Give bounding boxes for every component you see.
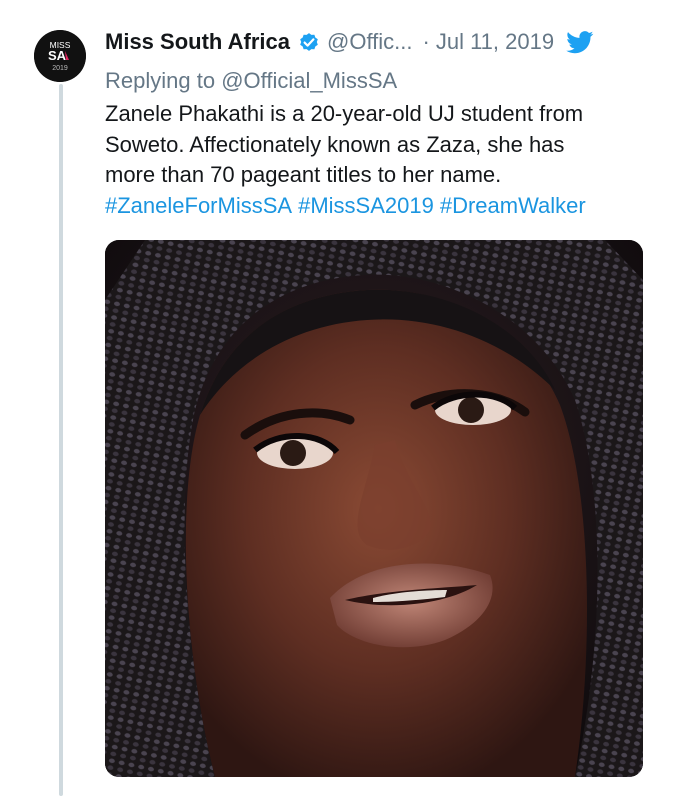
header-separator: · (422, 29, 430, 54)
hashtag-link[interactable]: #DreamWalker (440, 193, 586, 218)
miss-sa-logo: MISS SA 2019 (34, 30, 86, 82)
tweet-header: Miss South Africa @Offic... · Jul 11, 20… (105, 22, 650, 62)
replying-to-mention-link[interactable]: @Official_MissSA (221, 68, 397, 93)
replying-to: Replying to @Official_MissSA (105, 65, 650, 97)
tweet-text: Zanele Phakathi is a 20-year-old UJ stud… (105, 99, 650, 221)
avatar-text-sa: SA (48, 48, 67, 63)
verified-badge-icon (297, 30, 321, 54)
tweet-photo[interactable] (105, 240, 643, 777)
hashtag-link[interactable]: #MissSA2019 (298, 193, 434, 218)
author-name[interactable]: Miss South Africa (105, 29, 290, 55)
tweet-text-line: Soweto. Affectionately known as Zaza, sh… (105, 131, 565, 157)
tweet-date-link[interactable]: Jul 11, 2019 (436, 29, 554, 55)
tweet-text-line: more than 70 pageant titles to her name. (105, 162, 502, 187)
hashtag-list: #ZaneleForMissSA #MissSA2019 #DreamWalker (105, 191, 650, 222)
avatar-text-year: 2019 (52, 65, 68, 72)
thread-connector-line (59, 84, 63, 796)
author-handle[interactable]: @Offic... (327, 29, 413, 55)
tweet-text-line: Zanele Phakathi is a 20-year-old UJ stud… (105, 101, 584, 126)
avatar[interactable]: MISS SA 2019 (34, 30, 86, 82)
hashtag-link[interactable]: #ZaneleForMissSA (105, 193, 292, 218)
tweet: Miss South Africa @Offic... · Jul 11, 20… (105, 22, 650, 221)
twitter-bird-icon (566, 30, 594, 54)
portrait-image (105, 240, 643, 777)
replying-prefix: Replying to (105, 68, 216, 93)
